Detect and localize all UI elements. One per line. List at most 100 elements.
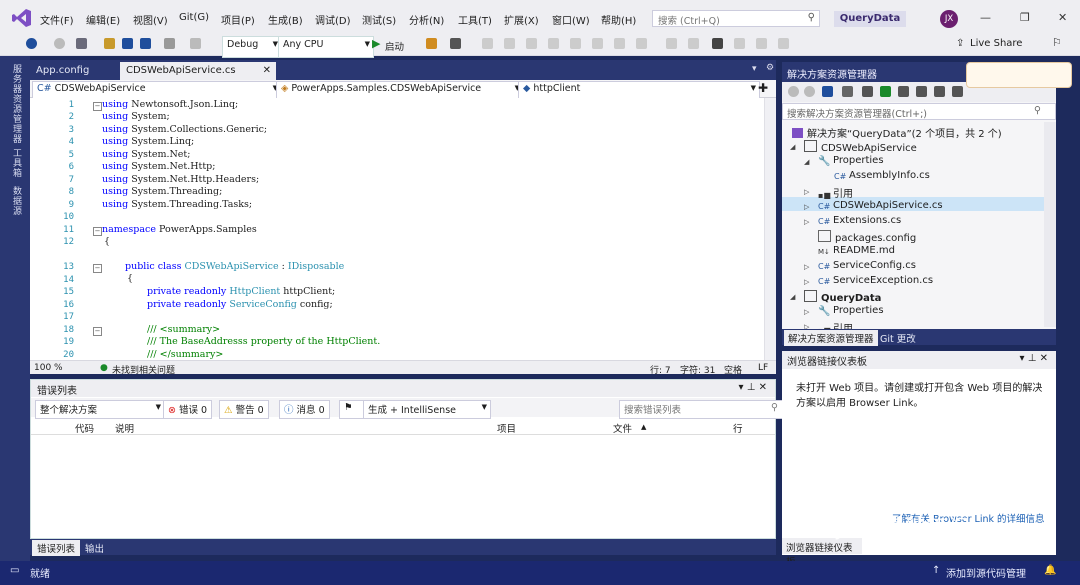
live-share-button[interactable]: Live Share: [970, 38, 1022, 49]
code-editor[interactable]: 1 2 3 4 5 6 7 8 9 11 10 12 13 14 15 16 1…: [30, 98, 776, 360]
tree-item-file[interactable]: C# Extensions.cs: [818, 215, 901, 227]
configuration-select[interactable]: Debug ▼: [222, 36, 282, 58]
tab-overflow-icon[interactable]: ▾: [752, 64, 757, 74]
column-project[interactable]: 项目: [497, 421, 516, 435]
toggle-bookmark-icon[interactable]: [712, 38, 723, 49]
expand-icon[interactable]: ◢: [804, 158, 809, 166]
collapse-all-icon[interactable]: [898, 86, 909, 97]
collapse-icon[interactable]: ▷: [804, 278, 809, 286]
redo-icon[interactable]: [190, 38, 201, 49]
split-editor-icon[interactable]: ✚: [758, 81, 768, 95]
data-sources-tab[interactable]: 数据源: [10, 186, 23, 216]
close-tab-icon[interactable]: ✕: [263, 65, 271, 76]
forward-icon[interactable]: [804, 86, 815, 97]
warnings-filter-button[interactable]: ⚠ 警告 0: [219, 400, 269, 419]
collapse-icon[interactable]: ▷: [804, 188, 809, 196]
collapse-icon[interactable]: ▷: [804, 308, 809, 316]
tree-item-project[interactable]: QueryData: [804, 290, 881, 304]
settings-icon[interactable]: ⚙: [766, 63, 774, 73]
tree-item-file[interactable]: C# ServiceException.cs: [818, 275, 933, 287]
platform-select[interactable]: Any CPU ▼: [278, 36, 374, 58]
scope-select[interactable]: 整个解决方案 ▼: [35, 400, 165, 419]
tree-item-properties[interactable]: 🔧 Properties: [818, 305, 884, 317]
collapse-icon[interactable]: ▷: [804, 218, 809, 226]
start-debug-button[interactable]: 启动: [385, 39, 404, 53]
tree-item-references[interactable]: ▪■引用: [818, 185, 853, 201]
step-over-icon[interactable]: [504, 38, 515, 49]
minimize-icon[interactable]: —: [980, 11, 991, 24]
switch-views-icon[interactable]: [842, 86, 853, 97]
menu-git[interactable]: Git(G): [179, 12, 209, 23]
comment-icon[interactable]: [614, 38, 625, 49]
menu-extensions[interactable]: 扩展(X): [504, 12, 539, 27]
notifications-icon[interactable]: 🔔: [1044, 565, 1056, 576]
start-debug-icon[interactable]: ▶: [372, 37, 380, 50]
fold-toggle-icon[interactable]: −: [93, 102, 102, 111]
menu-edit[interactable]: 编辑(E): [86, 12, 120, 27]
tab-error-list[interactable]: 错误列表: [32, 540, 81, 556]
outdent-icon[interactable]: [592, 38, 603, 49]
line-ending-indicator[interactable]: LF: [758, 363, 768, 373]
messages-filter-button[interactable]: ⓘ 消息 0: [279, 400, 330, 419]
back-icon[interactable]: [788, 86, 799, 97]
next-bookmark-icon[interactable]: [734, 38, 745, 49]
tree-item-file[interactable]: C# CDSWebApiService.cs: [818, 200, 943, 212]
menu-debug[interactable]: 调试(D): [315, 12, 351, 27]
close-icon[interactable]: ✕: [1058, 11, 1067, 24]
fold-toggle-icon[interactable]: −: [93, 264, 102, 273]
menu-view[interactable]: 视图(V): [133, 12, 168, 27]
restore-icon[interactable]: ❐: [1020, 11, 1030, 24]
menu-project[interactable]: 项目(P): [221, 12, 255, 27]
server-explorer-tab[interactable]: 服务器资源管理器: [10, 64, 23, 144]
tree-item-file[interactable]: C# ServiceConfig.cs: [818, 260, 916, 272]
tree-item-solution[interactable]: 解决方案“QueryData”(2 个项目，共 2 个): [792, 125, 1002, 140]
solution-search-input[interactable]: 搜索解决方案资源管理器(Ctrl+;) ⚲: [782, 103, 1056, 120]
home-icon[interactable]: [822, 86, 833, 97]
undo-icon[interactable]: [164, 38, 175, 49]
fold-toggle-icon[interactable]: −: [93, 227, 102, 236]
add-to-source-control-button[interactable]: 添加到源代码管理: [946, 565, 1026, 580]
collapse-icon[interactable]: ▷: [804, 203, 809, 211]
panel-controls-icon[interactable]: ▾ ⊥ ✕: [1020, 353, 1048, 364]
feedback-icon[interactable]: ⚐: [1052, 36, 1062, 49]
prev-bookmark-icon[interactable]: [688, 38, 699, 49]
back-icon[interactable]: [26, 38, 37, 49]
issues-indicator[interactable]: 未找到相关问题: [112, 363, 175, 376]
clear-bookmark-icon[interactable]: [756, 38, 767, 49]
column-code[interactable]: 代码: [75, 421, 94, 435]
tree-item-properties[interactable]: 🔧 Properties: [818, 155, 884, 167]
vertical-scrollbar[interactable]: [764, 98, 776, 360]
pending-changes-icon[interactable]: [862, 86, 873, 97]
new-project-icon[interactable]: [76, 38, 87, 49]
menu-analyze[interactable]: 分析(N): [409, 12, 444, 27]
avatar[interactable]: JX: [940, 10, 958, 28]
column-line[interactable]: 行: [733, 421, 743, 435]
menu-tools[interactable]: 工具(T): [458, 12, 492, 27]
properties-icon[interactable]: [952, 86, 963, 97]
vertical-scrollbar[interactable]: [1044, 122, 1056, 327]
menu-build[interactable]: 生成(B): [268, 12, 303, 27]
tab-git-changes[interactable]: Git 更改: [876, 330, 920, 346]
save-icon[interactable]: [122, 38, 133, 49]
code-view-icon[interactable]: [934, 86, 945, 97]
collapse-icon[interactable]: ▷: [804, 263, 809, 271]
global-search-input[interactable]: 搜索 (Ctrl+Q) ⚲: [652, 10, 820, 27]
refresh-icon[interactable]: [880, 86, 891, 97]
indent-icon[interactable]: [570, 38, 581, 49]
whitespace-indicator[interactable]: 空格: [724, 363, 742, 376]
format-icon[interactable]: [548, 38, 559, 49]
camera-icon[interactable]: [450, 38, 461, 49]
zoom-level[interactable]: 100 %: [34, 363, 63, 373]
fold-toggle-icon[interactable]: −: [93, 327, 102, 336]
tab-output[interactable]: 输出: [80, 540, 109, 556]
tree-item-file[interactable]: M↓ README.md: [818, 245, 895, 258]
step-out-icon[interactable]: [526, 38, 537, 49]
step-icon[interactable]: [482, 38, 493, 49]
uncomment-icon[interactable]: [636, 38, 647, 49]
forward-icon[interactable]: [54, 38, 65, 49]
expand-icon[interactable]: ◢: [790, 293, 795, 301]
hot-reload-icon[interactable]: [426, 38, 437, 49]
open-folder-icon[interactable]: [104, 38, 115, 49]
menu-window[interactable]: 窗口(W): [552, 12, 590, 27]
menu-file[interactable]: 文件(F): [40, 12, 74, 27]
